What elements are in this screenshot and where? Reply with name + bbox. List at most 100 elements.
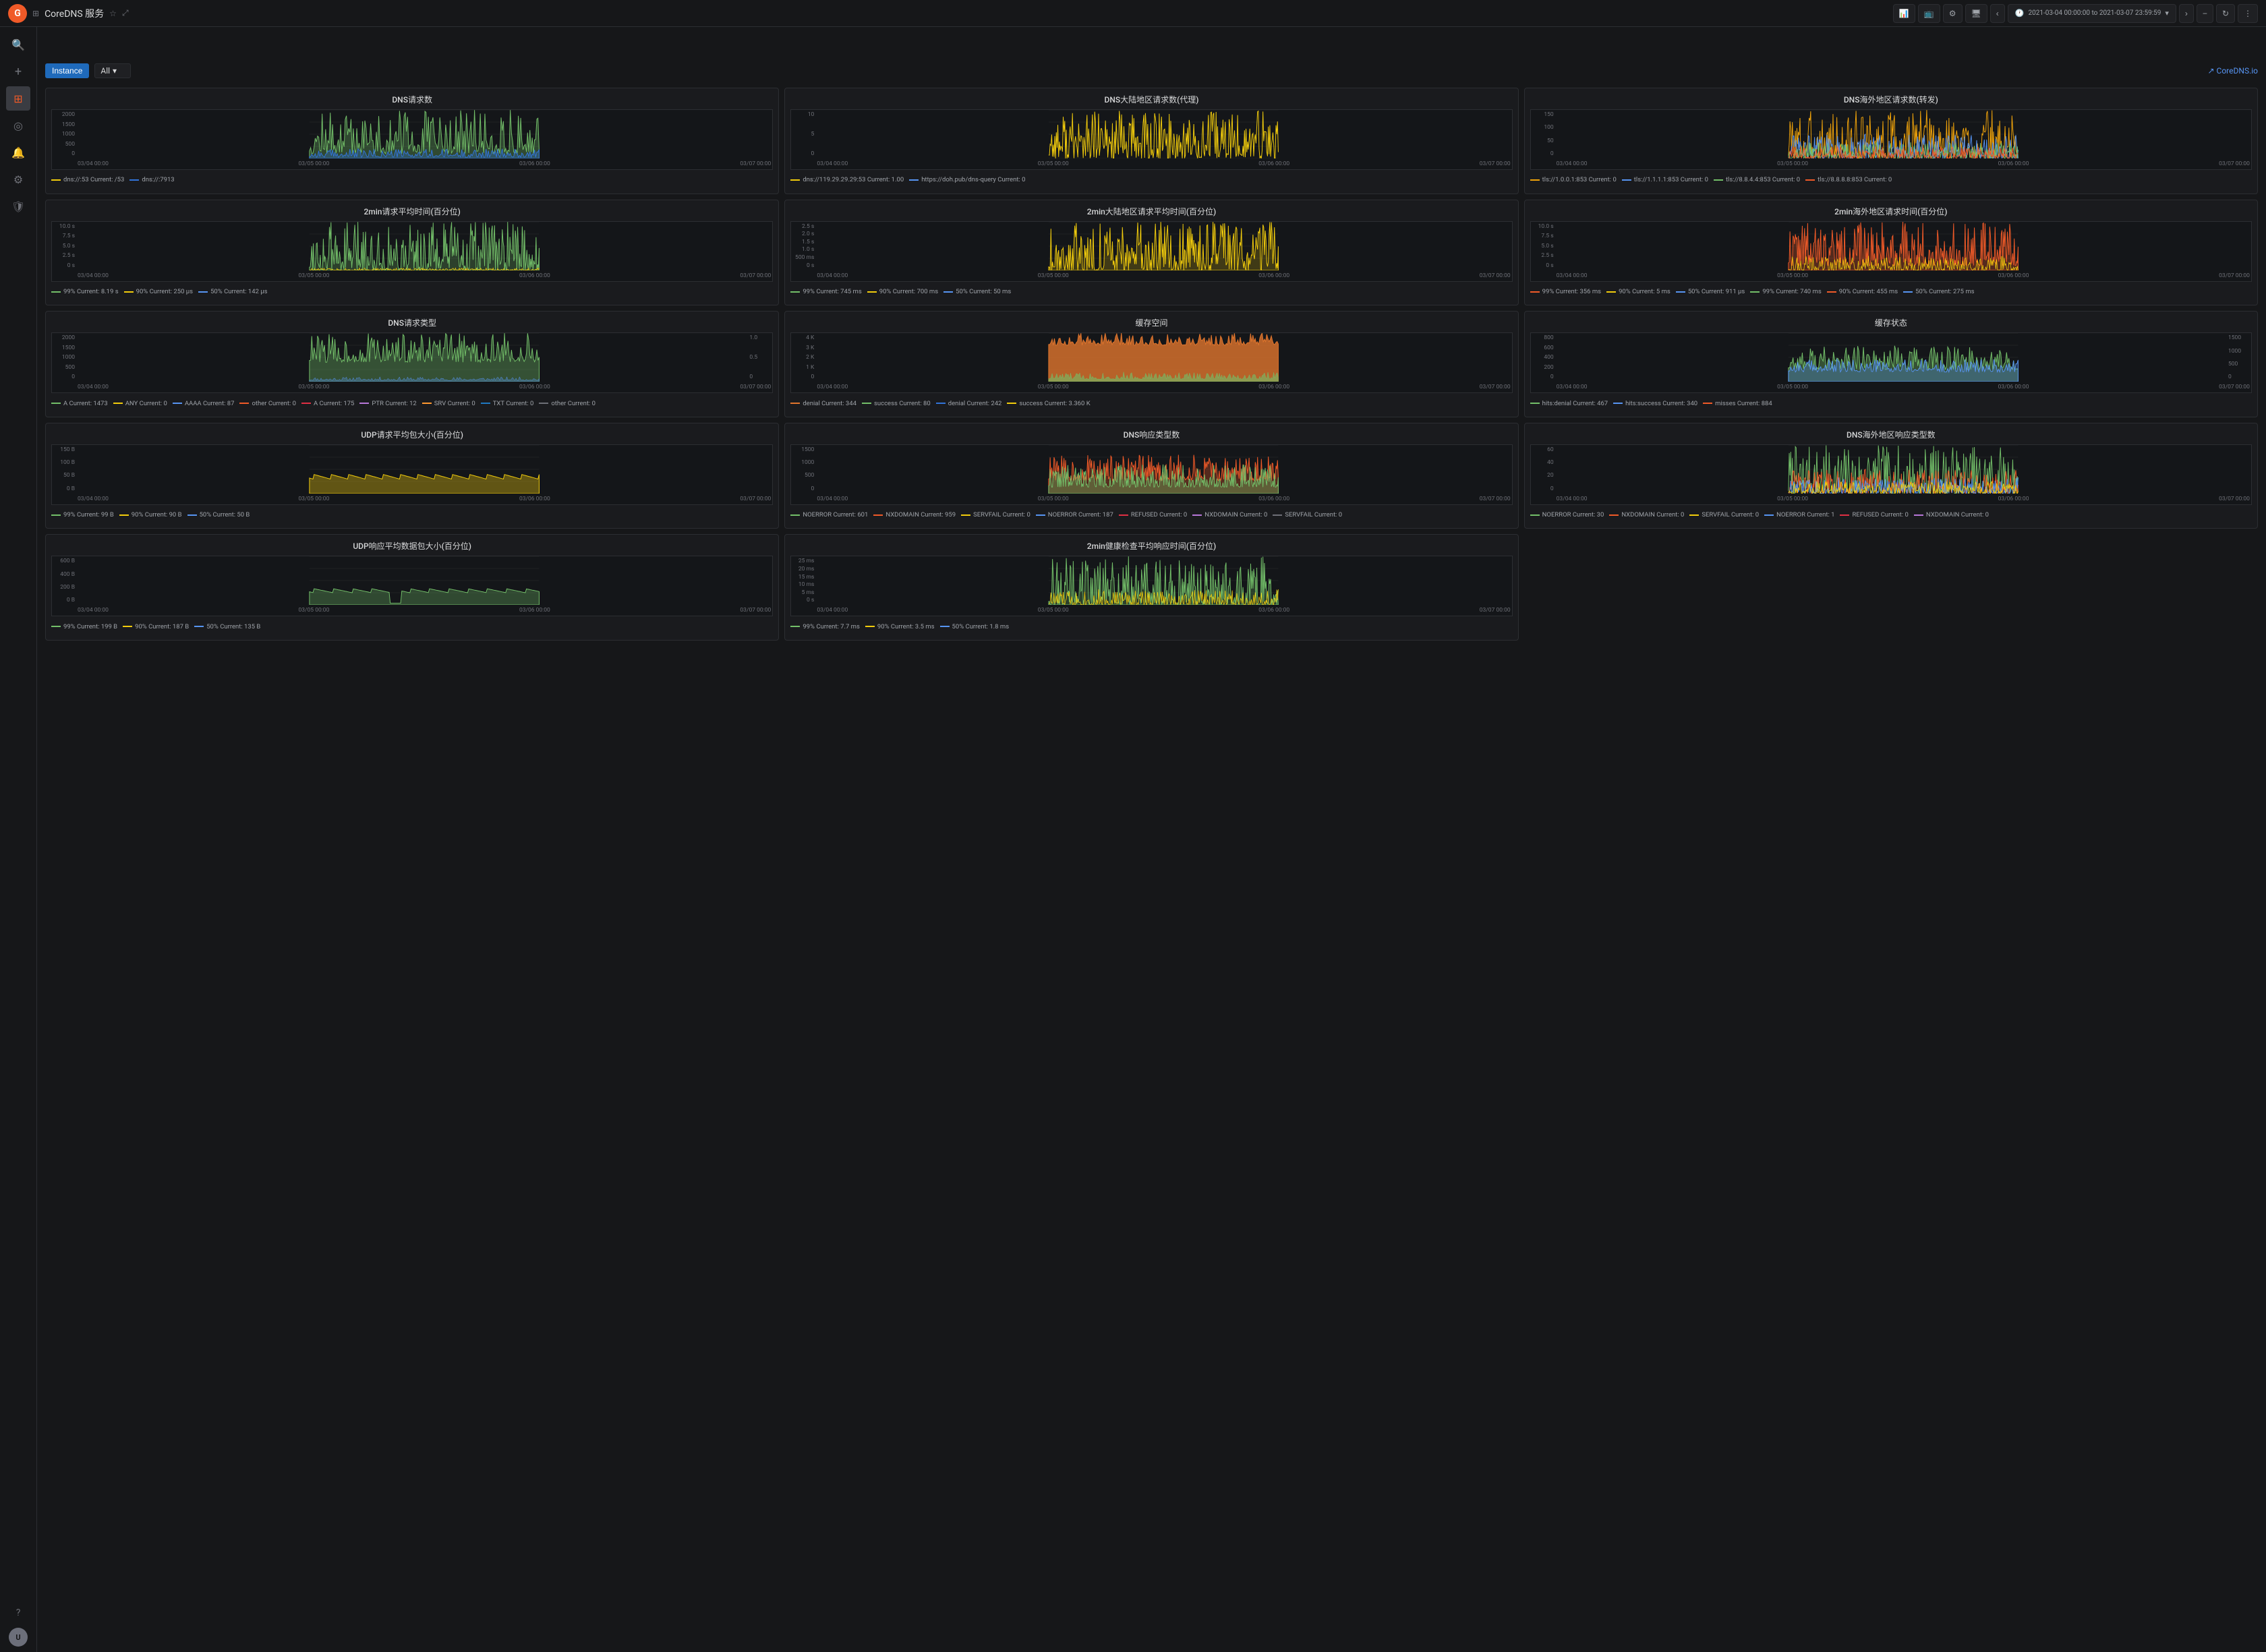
legend-item[interactable]: 99% Current: 356 ms (1530, 287, 1601, 297)
legend-item[interactable]: 90% Current: 5 ms (1606, 287, 1671, 297)
legend-item[interactable]: 50% Current: 135 B (194, 622, 260, 632)
sidebar-configuration[interactable]: ⚙ (6, 167, 30, 191)
sidebar-help[interactable]: ? (6, 1601, 30, 1625)
legend-item[interactable]: TXT Current: 0 (481, 399, 534, 409)
legend-item[interactable]: A Current: 1473 (51, 399, 108, 409)
more-button[interactable]: ⋮ (2238, 4, 2258, 23)
legend-item[interactable]: other Current: 0 (239, 399, 296, 409)
legend-item[interactable]: PTR Current: 12 (359, 399, 416, 409)
legend-item[interactable]: NOERROR Current: 187 (1036, 510, 1113, 520)
legend-item[interactable]: 90% Current: 455 ms (1827, 287, 1898, 297)
xaxis-dns-request-type: 03/04 00:0003/05 00:0003/06 00:0003/07 0… (76, 382, 772, 392)
legend-item[interactable]: denial Current: 344 (790, 399, 856, 409)
legend-item[interactable]: SERVFAIL Current: 0 (961, 510, 1030, 520)
chart-wrapper-overseas-latency-2min[interactable]: 10.0 s7.5 s5.0 s2.5 s0 s03/04 00:0003/05… (1530, 221, 2252, 282)
legend-item[interactable]: 50% Current: 50 B (187, 510, 250, 520)
legend-item[interactable]: ANY Current: 0 (113, 399, 167, 409)
sidebar-alerting[interactable]: 🔔 (6, 140, 30, 165)
instance-filter-button[interactable]: Instance (45, 63, 89, 78)
legend-item[interactable]: 50% Current: 911 μs (1676, 287, 1745, 297)
legend-item[interactable]: tls://8.8.4.4:853 Current: 0 (1714, 175, 1800, 185)
legend-item[interactable]: hits:success Current: 340 (1613, 399, 1697, 409)
chart-wrapper-dns-overseas-requests[interactable]: 15010050003/04 00:0003/05 00:0003/06 00:… (1530, 109, 2252, 170)
user-avatar[interactable]: U (9, 1628, 28, 1647)
legend-item[interactable]: 99% Current: 99 B (51, 510, 114, 520)
legend-item[interactable]: 99% Current: 740 ms (1750, 287, 1821, 297)
legend-item[interactable]: 50% Current: 275 ms (1903, 287, 1974, 297)
legend-item[interactable]: denial Current: 242 (936, 399, 1002, 409)
legend-item[interactable]: NXDOMAIN Current: 0 (1609, 510, 1684, 520)
panel-overseas-latency-2min: 2min海外地区请求时间(百分位)10.0 s7.5 s5.0 s2.5 s0 … (1524, 200, 2258, 306)
chart-wrapper-dns-mainland-requests[interactable]: 105003/04 00:0003/05 00:0003/06 00:0003/… (790, 109, 1512, 170)
legend-item[interactable]: 50% Current: 50 ms (943, 287, 1011, 297)
sidebar-add[interactable]: + (6, 59, 30, 84)
tv-view-button[interactable]: 📺 (1918, 4, 1940, 23)
legend-item[interactable]: dns://:53 Current: /53 (51, 175, 124, 185)
chart-wrapper-latency-2min[interactable]: 10.0 s7.5 s5.0 s2.5 s0 s03/04 00:0003/05… (51, 221, 773, 282)
legend-item[interactable]: https://doh.pub/dns-query Current: 0 (909, 175, 1025, 185)
sidebar-search[interactable]: 🔍 (6, 32, 30, 57)
share-icon[interactable]: ⤢ (122, 8, 129, 18)
legend-item[interactable]: 50% Current: 1.8 ms (940, 622, 1010, 632)
legend-item[interactable]: 90% Current: 700 ms (867, 287, 938, 297)
monitor-button[interactable]: 🖥 (1965, 4, 1987, 23)
chart-wrapper-udp-response-size[interactable]: 600 B400 B200 B0 B03/04 00:0003/05 00:00… (51, 556, 773, 616)
legend-item[interactable]: tls://1.0.0.1:853 Current: 0 (1530, 175, 1617, 185)
all-filter-select[interactable]: All ▾ (94, 63, 131, 78)
chart-wrapper-cache-status[interactable]: 800600400200003/04 00:0003/05 00:0003/06… (1530, 332, 2252, 393)
chart-wrapper-cache-space[interactable]: 4 K3 K2 K1 K003/04 00:0003/05 00:0003/06… (790, 332, 1512, 393)
legend-item[interactable]: NOERROR Current: 30 (1530, 510, 1604, 520)
chart-wrapper-dns-response-type[interactable]: 15001000500003/04 00:0003/05 00:0003/06 … (790, 444, 1512, 505)
legend-item[interactable]: A Current: 175 (301, 399, 354, 409)
star-icon[interactable]: ☆ (109, 9, 117, 18)
sidebar-explore[interactable]: ◎ (6, 113, 30, 138)
legend-item[interactable]: NXDOMAIN Current: 959 (873, 510, 956, 520)
legend-item[interactable]: 90% Current: 187 B (123, 622, 189, 632)
legend-item[interactable]: NOERROR Current: 601 (790, 510, 868, 520)
legend-item[interactable]: 99% Current: 8.19 s (51, 287, 119, 297)
chart-wrapper-mainland-latency-2min[interactable]: 2.5 s2.0 s1.5 s1.0 s500 ms0 s03/04 00:00… (790, 221, 1512, 282)
next-time-button[interactable]: › (2179, 4, 2194, 23)
coreDNS-link[interactable]: ↗ CoreDNS.io (2208, 66, 2259, 76)
legend-item[interactable]: 99% Current: 199 B (51, 622, 117, 632)
dashboard-settings-button[interactable]: ⚙ (1943, 4, 1963, 23)
legend-item[interactable]: SERVFAIL Current: 0 (1689, 510, 1759, 520)
legend-item[interactable]: misses Current: 884 (1703, 399, 1772, 409)
legend-item[interactable]: NXDOMAIN Current: 0 (1914, 510, 1989, 520)
legend-item[interactable]: tls://1.1.1.1:853 Current: 0 (1622, 175, 1708, 185)
sidebar-shield[interactable]: 🛡 (6, 194, 30, 218)
legend-item[interactable]: NXDOMAIN Current: 0 (1192, 510, 1267, 520)
refresh-button[interactable]: ↻ (2216, 4, 2235, 23)
legend-item[interactable]: 90% Current: 3.5 ms (865, 622, 935, 632)
legend-item[interactable]: REFUSED Current: 0 (1840, 510, 1908, 520)
legend-item[interactable]: dns://119.29.29.29:53 Current: 1.00 (790, 175, 904, 185)
chart-view-button[interactable]: 📊 (1893, 4, 1915, 23)
chart-wrapper-dns-requests[interactable]: 200015001000500003/04 00:0003/05 00:0003… (51, 109, 773, 170)
sidebar-dashboards[interactable]: ⊞ (6, 86, 30, 111)
legend-text: 50% Current: 1.8 ms (952, 622, 1010, 632)
legend-item[interactable]: hits:denial Current: 467 (1530, 399, 1608, 409)
legend-item[interactable]: other Current: 0 (539, 399, 595, 409)
chart-wrapper-udp-request-size[interactable]: 150 B100 B50 B0 B03/04 00:0003/05 00:000… (51, 444, 773, 505)
legend-item[interactable]: 90% Current: 250 μs (124, 287, 193, 297)
legend-item[interactable]: SRV Current: 0 (422, 399, 475, 409)
time-range-picker[interactable]: 🕐 2021-03-04 00:00:00 to 2021-03-07 23:5… (2008, 4, 2176, 23)
legend-item[interactable]: tls://8.8.8.8:853 Current: 0 (1805, 175, 1892, 185)
legend-item[interactable]: 90% Current: 90 B (119, 510, 182, 520)
prev-time-button[interactable]: ‹ (1990, 4, 2005, 23)
chart-wrapper-dns-request-type[interactable]: 200015001000500003/04 00:0003/05 00:0003… (51, 332, 773, 393)
chart-wrapper-dns-overseas-response-type[interactable]: 604020003/04 00:0003/05 00:0003/06 00:00… (1530, 444, 2252, 505)
legend-item[interactable]: 99% Current: 7.7 ms (790, 622, 860, 632)
legend-item[interactable]: success Current: 3.360 K (1007, 399, 1090, 409)
legend-item[interactable]: REFUSED Current: 0 (1119, 510, 1187, 520)
legend-item[interactable]: 99% Current: 745 ms (790, 287, 861, 297)
legend-item[interactable]: NOERROR Current: 1 (1764, 510, 1834, 520)
zoom-out-button[interactable]: − (2197, 4, 2213, 23)
yaxis-dns-overseas-response-type: 6040200 (1531, 445, 1555, 494)
chart-wrapper-health-check-latency[interactable]: 25 ms20 ms15 ms10 ms5 ms0 s03/04 00:0003… (790, 556, 1512, 616)
legend-item[interactable]: success Current: 80 (862, 399, 931, 409)
legend-item[interactable]: dns://:7913 (129, 175, 174, 185)
legend-item[interactable]: 50% Current: 142 μs (198, 287, 267, 297)
legend-item[interactable]: AAAA Current: 87 (173, 399, 235, 409)
legend-item[interactable]: SERVFAIL Current: 0 (1273, 510, 1342, 520)
